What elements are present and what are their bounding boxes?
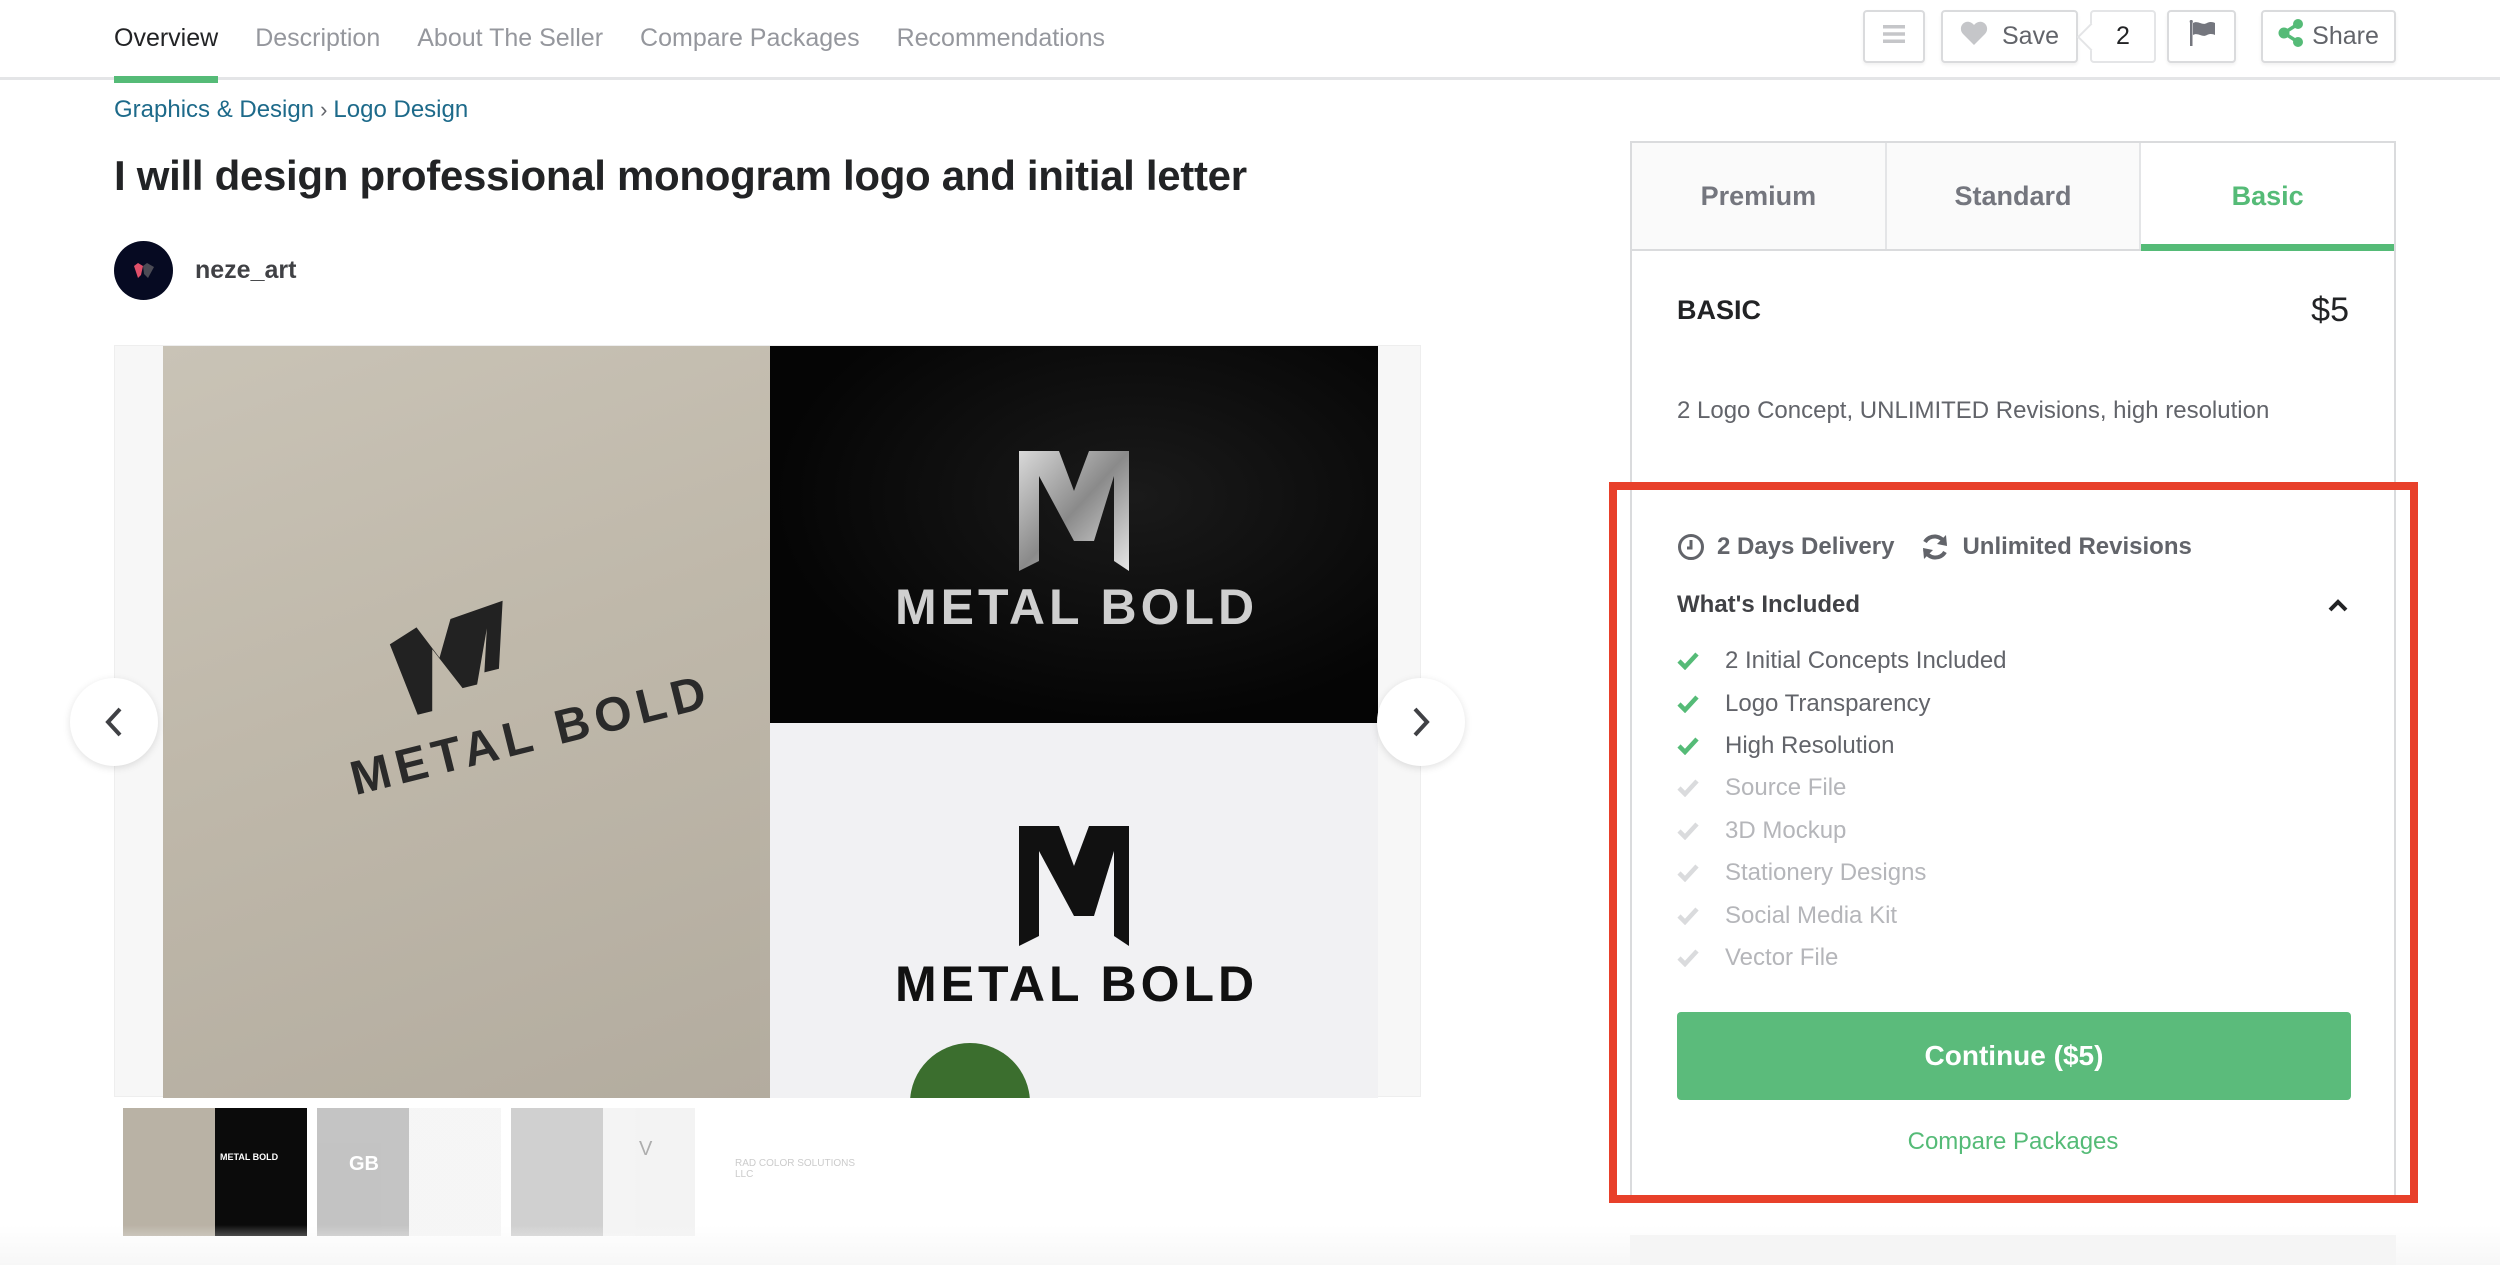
black-logo-text: METAL BOLD <box>895 956 1259 1012</box>
share-label: Share <box>2312 22 2379 50</box>
report-button[interactable] <box>2167 10 2236 63</box>
silver-logo-text: METAL BOLD <box>895 579 1259 635</box>
thumbnail[interactable]: GB <box>317 1108 501 1236</box>
mockup-light-panel: METAL BOLD <box>770 723 1378 1098</box>
thumbnail-label: GB <box>349 1153 379 1175</box>
hamburger-icon <box>1883 22 1905 51</box>
thumbnail[interactable]: METAL BOLD <box>123 1108 307 1236</box>
breadcrumb-separator: › <box>320 97 328 122</box>
thumbnail-label: METAL BOLD <box>220 1152 279 1162</box>
gallery-prev-button[interactable] <box>70 678 158 766</box>
breadcrumb: Graphics & Design › Logo Design <box>114 96 468 124</box>
feature-item: 2 Initial Concepts Included <box>1677 640 2007 682</box>
flag-icon <box>2188 19 2216 53</box>
gig-title: I will design professional monogram logo… <box>114 152 1247 199</box>
save-count-badge: 2 <box>2090 10 2156 63</box>
revisions-label: Unlimited Revisions <box>1962 533 2192 560</box>
package-name: BASIC <box>1677 295 1762 325</box>
panel-footer-shadow <box>1630 1235 2396 1265</box>
menu-button[interactable] <box>1863 10 1925 63</box>
package-description: 2 Logo Concept, UNLIMITED Revisions, hig… <box>1677 397 2270 424</box>
clock-icon <box>1678 534 1704 560</box>
check-icon <box>1677 779 1725 798</box>
leaf-decoration <box>910 1043 1030 1098</box>
seller-avatar[interactable] <box>114 241 173 300</box>
package-meta: 2 Days Delivery Unlimited Revisions <box>1677 533 2218 561</box>
feature-item: Stationery Designs <box>1677 852 2007 894</box>
monogram-silver-icon <box>1019 451 1129 571</box>
avatar-logo-icon <box>133 262 154 278</box>
chevron-right-icon <box>1413 707 1430 737</box>
thumbnail[interactable]: V <box>511 1108 695 1236</box>
tab-about-the-seller[interactable]: About The Seller <box>417 0 603 80</box>
gallery-thumbnails: METAL BOLD GB V RAD COLOR SOLUTIONS LLC <box>123 1108 889 1236</box>
check-icon <box>1677 822 1725 840</box>
delivery-time: 2 Days Delivery <box>1677 533 1894 561</box>
save-label: Save <box>2002 22 2059 50</box>
feature-label: 2 Initial Concepts Included <box>1725 647 2007 675</box>
chevron-up-icon <box>2328 599 2348 612</box>
thumbnail[interactable]: RAD COLOR SOLUTIONS LLC <box>705 1108 889 1236</box>
seller-username[interactable]: neze_art <box>195 256 296 285</box>
thumbnail-label: V <box>639 1138 653 1160</box>
whats-included-heading: What's Included <box>1677 591 1861 618</box>
thumbnail-label: RAD COLOR SOLUTIONS LLC <box>735 1158 856 1180</box>
heart-icon <box>1960 21 1988 52</box>
section-tabs: Overview Description About The Seller Co… <box>114 0 1142 83</box>
continue-button[interactable]: Continue ($5) <box>1677 1012 2351 1100</box>
check-icon <box>1677 695 1725 713</box>
package-tab-standard[interactable]: Standard <box>1886 143 2142 249</box>
tab-overview[interactable]: Overview <box>114 0 219 83</box>
package-tabs: Premium Standard Basic <box>1632 143 2395 251</box>
breadcrumb-graphics-design[interactable]: Graphics & Design <box>114 96 314 124</box>
check-icon <box>1677 652 1725 671</box>
gallery-main-image[interactable]: METAL BOLD METAL BOLD METAL BOLD <box>163 346 1378 1098</box>
feature-item: Social Media Kit <box>1677 894 2007 936</box>
share-icon <box>2278 19 2304 54</box>
feature-label: Logo Transparency <box>1725 689 1931 717</box>
save-count: 2 <box>2116 22 2130 50</box>
top-navigation: Overview Description About The Seller Co… <box>0 0 2500 83</box>
feature-item: High Resolution <box>1677 725 2007 767</box>
delivery-label: 2 Days Delivery <box>1717 533 1895 560</box>
feature-label: Vector File <box>1725 943 1839 971</box>
feature-item: Vector File <box>1677 937 2007 979</box>
tab-description[interactable]: Description <box>255 0 380 80</box>
feature-item: 3D Mockup <box>1677 810 2007 852</box>
gallery-next-button[interactable] <box>1377 678 1465 766</box>
revisions: Unlimited Revisions <box>1920 533 2192 561</box>
feature-list: 2 Initial Concepts Included Logo Transpa… <box>1677 640 2007 979</box>
feature-label: High Resolution <box>1725 731 1895 759</box>
seller-info: neze_art <box>114 241 296 300</box>
feature-label: Source File <box>1725 774 1847 802</box>
package-tab-basic[interactable]: Basic <box>2141 143 2395 251</box>
tab-recommendations[interactable]: Recommendations <box>897 0 1105 80</box>
monogram-black-icon <box>1019 826 1129 946</box>
feature-label: 3D Mockup <box>1725 816 1847 844</box>
share-button[interactable]: Share <box>2261 10 2396 63</box>
feature-item: Logo Transparency <box>1677 682 2007 724</box>
check-icon <box>1677 907 1725 925</box>
breadcrumb-logo-design[interactable]: Logo Design <box>333 96 468 124</box>
package-tab-premium[interactable]: Premium <box>1632 143 1887 249</box>
package-panel: Premium Standard Basic BASIC $5 2 Logo C… <box>1630 141 2396 1197</box>
refresh-icon <box>1923 534 1948 560</box>
package-header: BASIC $5 <box>1677 291 2349 330</box>
chevron-left-icon <box>105 707 122 737</box>
compare-packages-link[interactable]: Compare Packages <box>1632 1128 2394 1156</box>
mockup-dark-panel: METAL BOLD <box>770 346 1378 723</box>
package-price: $5 <box>2311 291 2349 329</box>
feature-label: Stationery Designs <box>1725 859 1927 887</box>
check-icon <box>1677 949 1725 967</box>
save-button[interactable]: Save <box>1941 10 2078 63</box>
whats-included-toggle[interactable]: What's Included <box>1677 591 2349 619</box>
embossed-logo: METAL BOLD <box>317 594 717 806</box>
gig-gallery: METAL BOLD METAL BOLD METAL BOLD <box>114 345 1421 1098</box>
feature-item: Source File <box>1677 767 2007 809</box>
feature-label: Social Media Kit <box>1725 901 1898 929</box>
tab-compare-packages[interactable]: Compare Packages <box>640 0 860 80</box>
mockup-paper-panel: METAL BOLD <box>163 346 770 1098</box>
check-icon <box>1677 864 1725 883</box>
check-icon <box>1677 737 1725 755</box>
